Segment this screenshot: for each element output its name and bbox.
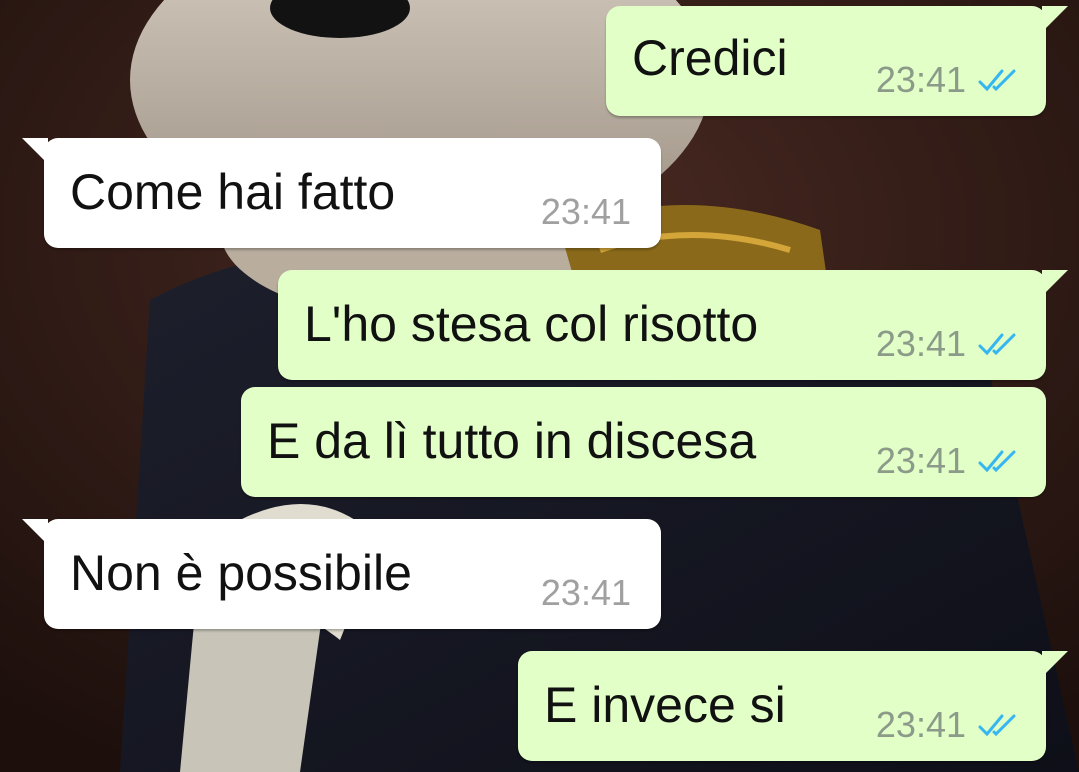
message-time: 23:41	[875, 59, 966, 100]
message-meta: 23:41	[876, 441, 1022, 481]
message-meta: 23:41	[876, 705, 1022, 745]
message-bubble-incoming[interactable]: Come hai fatto 23:41	[22, 138, 661, 248]
message-text: E da lì tutto in discesa	[267, 413, 757, 469]
message-time: 23:41	[875, 440, 966, 481]
double-check-read-icon	[978, 450, 1016, 473]
message-meta: 23:41	[541, 573, 631, 613]
message-text: Non è possibile	[70, 545, 412, 601]
message-bubble-outgoing[interactable]: Credici 23:41	[606, 6, 1068, 116]
message-time: 23:41	[540, 572, 631, 613]
message-bubble-outgoing[interactable]: E invece si 23:41	[518, 651, 1068, 761]
message-time: 23:41	[540, 191, 631, 232]
message-meta: 23:41	[876, 324, 1022, 364]
message-text: L'ho stesa col risotto	[304, 296, 759, 352]
message-time: 23:41	[875, 323, 966, 364]
message-meta: 23:41	[876, 60, 1022, 100]
double-check-read-icon	[978, 333, 1016, 356]
double-check-read-icon	[978, 714, 1016, 737]
message-text: Come hai fatto	[70, 164, 396, 220]
message-meta: 23:41	[541, 192, 631, 232]
message-bubble-outgoing[interactable]: L'ho stesa col risotto 23:41	[278, 270, 1068, 380]
message-bubble-outgoing[interactable]: E da lì tutto in discesa 23:41	[241, 387, 1046, 497]
double-check-read-icon	[978, 69, 1016, 92]
message-bubble-incoming[interactable]: Non è possibile 23:41	[22, 519, 661, 629]
message-time: 23:41	[875, 704, 966, 745]
message-text: E invece si	[544, 677, 786, 733]
message-text: Credici	[632, 30, 788, 86]
